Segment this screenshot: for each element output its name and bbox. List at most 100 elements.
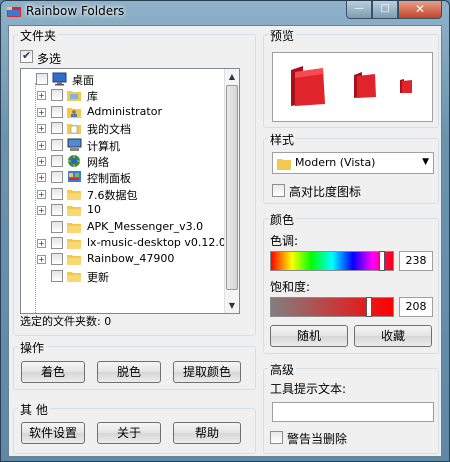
folder-large-icon [291,66,325,106]
row-checkbox[interactable] [51,89,63,102]
maximize-button[interactable]: □ [372,1,398,19]
tree-row[interactable]: + lx-music-desktop v0.12.0 x64 [21,235,239,251]
tree-row[interactable]: 更新 [21,268,226,284]
row-checkbox[interactable] [51,237,63,249]
expand-icon[interactable]: + [37,189,46,199]
close-button[interactable]: ✕ [398,1,442,19]
computer-icon [67,138,82,151]
tooltip-text-input[interactable] [272,402,434,422]
row-checkbox[interactable] [51,269,63,282]
rainbow-folder-app-icon [7,7,21,17]
network-icon [68,155,80,167]
decolorize-button[interactable]: 脱色 [97,361,161,383]
tree-row[interactable]: + 控制面板 [21,169,226,185]
style-group-label: 样式 [268,131,297,148]
help-button[interactable]: 帮助 [173,422,241,444]
folder-tree[interactable]: 桌面 + 库 + Administrator + 我的文档 + 计算机 + 网络 + 控制面板 +7.6数… [20,68,240,314]
scroll-down-icon[interactable]: ▼ [225,298,239,313]
title-bar[interactable]: Rainbow Folders — □ ✕ [1,1,449,23]
tree-row[interactable]: +7.6数据包 [21,186,226,202]
tree-row[interactable]: + 库 [21,87,226,103]
tree-row[interactable]: + 网络 [21,153,226,169]
actions-group-label: 操作 [18,339,47,356]
other-group-label: 其 他 [18,401,50,418]
folder-icon [67,189,81,200]
extract-color-button[interactable]: 提取颜色 [173,361,241,383]
tree-row-label: 我的文档 [87,123,131,137]
tree-row-label: Rainbow_47900 [87,252,175,266]
style-dropdown[interactable]: Modern (Vista) ▼ [272,152,434,174]
hue-slider-thumb[interactable] [379,251,385,271]
folder-icon [67,255,81,266]
folder-icon [67,239,81,249]
scroll-thumb[interactable] [226,85,238,290]
about-button[interactable]: 关于 [97,422,161,444]
folder-icon [67,206,81,217]
row-checkbox[interactable] [51,105,63,118]
colorize-button[interactable]: 着色 [21,361,85,383]
row-checkbox[interactable] [51,171,63,184]
settings-button[interactable]: 软件设置 [21,422,85,444]
library-icon [67,91,81,102]
desktop-icon [52,72,67,86]
favorite-color-button[interactable]: 收藏 [354,325,432,347]
tree-row[interactable]: APK_Messenger_v3.0 [21,219,226,235]
expand-icon[interactable]: + [37,255,46,265]
expand-icon[interactable]: + [37,239,46,248]
expand-icon[interactable]: + [37,140,46,150]
tree-row[interactable]: + 计算机 [21,137,226,153]
warn-on-delete-label: 警告当删除 [287,432,348,446]
high-contrast-checkbox[interactable] [272,184,285,197]
saturation-label: 饱和度: [270,280,311,294]
folder-icon [67,271,81,282]
scroll-up-icon[interactable]: ▲ [225,69,239,84]
hue-slider[interactable] [270,251,394,271]
tree-row-label: 桌面 [72,74,94,87]
style-selected-value: Modern (Vista) [295,156,376,169]
app-window: Rainbow Folders — □ ✕ 文件夹 多选 桌面+库+Admini… [0,0,450,462]
expand-icon[interactable]: + [37,124,46,134]
row-checkbox[interactable] [51,155,63,167]
saturation-slider-thumb[interactable] [366,297,372,317]
folders-group-label: 文件夹 [18,27,59,44]
tree-row-label: 7.6数据包 [87,188,138,202]
hue-value[interactable]: 238 [399,251,433,271]
expand-icon[interactable]: + [37,173,46,183]
tree-row-label: 更新 [87,270,109,284]
folder-icon [277,159,291,170]
multiselect-label: 多选 [37,52,62,66]
warn-on-delete-checkbox[interactable] [270,431,283,444]
row-checkbox[interactable] [51,204,63,217]
row-checkbox[interactable] [51,253,63,266]
folder-medium-icon [354,72,376,98]
expand-icon[interactable]: + [37,107,46,117]
hue-label: 色调: [270,234,299,248]
window-title: Rainbow Folders [26,4,125,18]
expand-icon[interactable]: + [37,206,46,216]
row-checkbox[interactable] [51,187,63,200]
tree-row-label: 网络 [87,156,109,169]
high-contrast-label: 高对比度图标 [289,185,362,199]
preview-group-label: 预览 [268,27,297,44]
tree-row[interactable]: + 我的文档 [21,120,226,136]
tree-row[interactable]: +10 [21,202,226,218]
saturation-value[interactable]: 208 [399,297,433,317]
user-icon [67,107,81,118]
random-color-button[interactable]: 随机 [270,325,348,347]
tree-row-label: APK_Messenger_v3.0 [87,219,204,233]
row-checkbox[interactable] [51,122,63,135]
row-checkbox[interactable] [36,73,48,85]
row-checkbox[interactable] [51,220,63,233]
chevron-down-icon[interactable]: ▼ [422,157,429,167]
minimize-button[interactable]: — [346,1,372,19]
tree-row[interactable]: 桌面 [21,71,226,87]
tree-row-label: 库 [87,90,98,104]
multiselect-checkbox[interactable] [20,49,33,63]
expand-icon[interactable]: + [37,91,46,101]
tree-row[interactable]: + Administrator [21,104,226,120]
tree-scrollbar[interactable]: ▲ ▼ [224,69,239,313]
expand-icon[interactable]: + [37,157,46,166]
row-checkbox[interactable] [51,138,63,151]
saturation-slider[interactable] [270,297,394,317]
tree-row[interactable]: + Rainbow_47900 [21,251,226,267]
